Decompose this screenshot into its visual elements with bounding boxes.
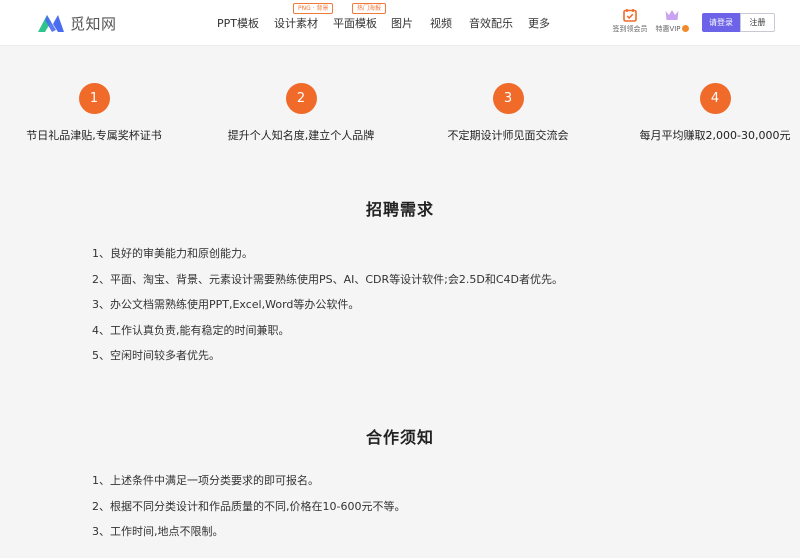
benefit-number-badge: 2 <box>285 83 317 114</box>
benefit-item-2: 2 提升个人知名度,建立个人品牌 <box>201 83 401 143</box>
nav-videos[interactable]: 视频 <box>430 15 452 31</box>
benefit-item-4: 4 每月平均赚取2,000-30,000元 <box>615 83 800 143</box>
cooperation-title: 合作须知 <box>365 428 434 447</box>
logo-mark-icon <box>38 15 64 32</box>
vip-notice-dot <box>681 25 689 32</box>
list-item: 3、工作时间,地点不限制。 <box>92 525 224 538</box>
nav-sound-music[interactable]: 音效配乐 <box>469 15 513 31</box>
benefit-text: 提升个人知名度,建立个人品牌 <box>227 129 375 142</box>
login-button[interactable]: 请登录 <box>702 13 740 32</box>
nav-print-templates[interactable]: 平面模板 <box>333 15 377 31</box>
benefit-item-1: 1 节日礼品津贴,专属奖杯证书 <box>0 83 194 143</box>
benefit-text: 每月平均赚取2,000-30,000元 <box>639 129 791 142</box>
benefit-number-badge: 3 <box>492 83 524 114</box>
list-item: 2、根据不同分类设计和作品质量的不同,价格在10-600元不等。 <box>92 499 406 513</box>
calendar-check-icon <box>623 9 637 22</box>
benefit-item-3: 3 不定期设计师见面交流会 <box>408 83 608 143</box>
list-item: 2、平面、淘宝、背景、元素设计需要熟练使用PS、AI、CDR等设计软件;会2.5… <box>92 272 563 286</box>
checkin-vip-link[interactable]: 签到领会员 <box>608 8 652 34</box>
vip-label: 特惠VIP <box>655 25 681 33</box>
list-item: 1、上述条件中满足一项分类要求的即可报名。 <box>92 474 319 487</box>
benefit-text: 不定期设计师见面交流会 <box>447 129 569 142</box>
nav-ppt-templates[interactable]: PPT模板 <box>217 15 259 31</box>
vip-offer-link[interactable]: 特惠VIP <box>650 8 694 34</box>
cooperation-list: 1、上述条件中满足一项分类要求的即可报名。 2、根据不同分类设计和作品质量的不同… <box>92 474 405 551</box>
logo-text: 觅知网 <box>70 14 117 33</box>
register-button[interactable]: 注册 <box>740 13 775 32</box>
crown-icon <box>665 10 679 20</box>
nav-more[interactable]: 更多 <box>528 15 550 31</box>
list-item: 4、工作认真负责,能有稳定的时间兼职。 <box>92 323 290 337</box>
site-logo[interactable]: 觅知网 <box>36 11 117 35</box>
benefit-number-badge: 4 <box>699 83 731 114</box>
benefit-text: 节日礼品津贴,专属奖杯证书 <box>26 129 162 142</box>
nav-design-materials[interactable]: 设计素材 <box>274 15 318 31</box>
list-item: 5、空闲时间较多者优先。 <box>92 349 220 362</box>
nav-images[interactable]: 图片 <box>391 15 413 31</box>
requirements-list: 1、良好的审美能力和原创能力。 2、平面、淘宝、背景、元素设计需要熟练使用PS、… <box>92 247 563 375</box>
list-item: 3、办公文档需熟练使用PPT,Excel,Word等办公软件。 <box>92 298 360 311</box>
list-item: 1、良好的审美能力和原创能力。 <box>92 247 253 260</box>
nav-badge-png-background: PNG · 背景 <box>293 3 334 14</box>
checkin-label: 签到领会员 <box>612 25 648 33</box>
top-header: 觅知网 PPT模板 PNG · 背景 设计素材 热门海报 平面模板 图片 视频 … <box>0 0 800 46</box>
requirements-title: 招聘需求 <box>365 200 434 219</box>
benefit-number-badge: 1 <box>78 83 110 114</box>
nav-badge-hot-posters: 热门海报 <box>352 3 387 14</box>
